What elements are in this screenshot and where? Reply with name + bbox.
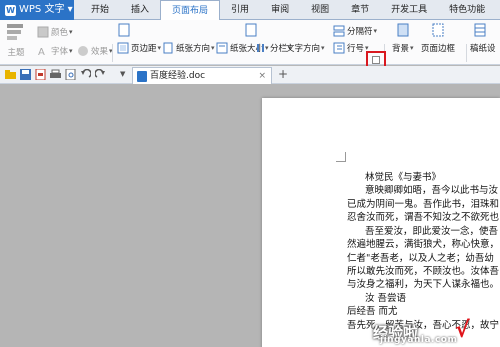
theme-icon	[6, 24, 24, 46]
draft-paper-label: 稿纸设	[470, 44, 496, 54]
line-numbers-icon	[333, 42, 345, 54]
chevron-down-icon: ▾	[67, 4, 73, 15]
grid-paper-icon	[474, 23, 486, 37]
paper-size-large-icon	[245, 23, 259, 37]
background-button[interactable]: 背景 ▾	[392, 42, 414, 54]
document-line: 吾先死，留苦与汝，吾心不忍，故宁	[347, 320, 500, 331]
tab-features[interactable]: 特色功能	[438, 0, 496, 20]
tab-view[interactable]: 视图	[300, 0, 340, 20]
orientation-button[interactable]: 纸张方向 ▾	[162, 42, 215, 54]
save-icon[interactable]	[20, 69, 31, 80]
page-icon	[245, 23, 257, 37]
ribbon-tabs: 开始 插入 页面布局 引用 审阅 视图 章节 开发工具 特色功能	[80, 0, 496, 21]
wps-logo-icon: W	[5, 5, 16, 16]
line-numbers-label: 行号	[347, 44, 365, 54]
ribbon-page-layout: 主题 颜色 ▾ A 字体 ▾ 效果 ▾ 页边距 ▾ 纸张方向 ▾ 纸张大小 ▾ 分栏 ▾ 文字方…	[0, 20, 500, 65]
document-line: 汝 吾尝语	[365, 293, 407, 304]
app-menu-button[interactable]: W WPS 文字 ▾	[0, 0, 74, 20]
theme-label: 主题	[7, 48, 25, 58]
document-line: 后经吾 而尤	[347, 306, 398, 317]
print-preview-icon[interactable]	[65, 69, 76, 80]
text-direction-label: 文字方向	[286, 44, 321, 54]
orientation-label: 纸张方向	[176, 44, 211, 54]
watermark-url: jingyanla.com	[380, 335, 458, 345]
font-icon: A	[37, 45, 49, 58]
undo-icon[interactable]	[80, 69, 91, 80]
background-label: 背景	[392, 44, 410, 54]
tab-section[interactable]: 章节	[340, 0, 380, 20]
breaks-icon	[333, 25, 345, 37]
document-line: 林觉民《与妻书》	[365, 172, 442, 183]
breaks-label: 分隔符	[347, 27, 373, 37]
fonts-label: 字体	[51, 47, 69, 57]
tab-page-layout[interactable]: 页面布局	[160, 0, 221, 21]
border-icon	[432, 23, 444, 37]
margins-icon	[117, 42, 129, 54]
effects-icon	[77, 45, 89, 57]
fonts-button[interactable]: A 字体 ▾	[37, 45, 73, 58]
word-document-icon	[137, 71, 147, 82]
close-tab-icon[interactable]: ×	[258, 68, 266, 84]
document-workspace: 林觉民《与妻书》 意映卿卿如晤，吾今以此书与汝 已成为阴间一鬼。吾作此书，泪珠和…	[0, 84, 500, 347]
page-background-icon	[397, 23, 409, 37]
document-tab[interactable]: 百度经验.doc ×	[132, 67, 272, 84]
effects-label: 效果	[91, 47, 109, 57]
open-folder-icon[interactable]	[5, 69, 16, 80]
page-border-button[interactable]: 页面边框	[421, 42, 455, 54]
tab-review[interactable]: 审阅	[260, 0, 300, 20]
menu-bar: W WPS 文字 ▾ 开始 插入 页面布局 引用 审阅 视图 章节 开发工具 特色…	[0, 0, 500, 21]
ribbon-divider	[112, 44, 113, 62]
paper-size-icon	[216, 42, 228, 54]
theme-button[interactable]: 主题	[6, 24, 26, 58]
document-icon	[118, 23, 130, 37]
line-numbers-button[interactable]: 行号 ▾	[333, 42, 369, 54]
document-line: 忍舍汝而死，谓吾不知汝之不欲死也	[347, 212, 500, 223]
tab-references[interactable]: 引用	[220, 0, 260, 20]
tab-developer[interactable]: 开发工具	[380, 0, 438, 20]
effects-button[interactable]: 效果 ▾	[77, 45, 113, 57]
document-line: 所以敢先汝而死，不顾汝也。汝体吾	[347, 266, 500, 277]
page-border-label: 页面边框	[421, 44, 456, 54]
tab-home[interactable]: 开始	[80, 0, 120, 20]
app-name: WPS 文字	[19, 4, 65, 15]
background-icon	[397, 23, 411, 37]
columns-icon	[256, 42, 268, 54]
document-line: 然遍地腥云，满街狼犬，称心快意，	[347, 239, 500, 250]
colors-label: 颜色	[51, 28, 69, 38]
page-border-icon	[432, 23, 446, 37]
breaks-button[interactable]: 分隔符 ▾	[333, 25, 377, 37]
draft-paper-button[interactable]: 稿纸设	[470, 42, 496, 54]
svg-text:A: A	[38, 47, 45, 57]
margins-label: 页边距	[131, 44, 157, 54]
orientation-icon	[162, 42, 174, 54]
print-icon[interactable]	[50, 69, 61, 80]
customize-toolbar-chevron-icon[interactable]: ▼	[120, 70, 125, 78]
redo-icon[interactable]	[95, 69, 106, 80]
document-line: 与汝身之福利，为天下人谋永福也。	[347, 279, 500, 290]
document-page[interactable]: 林觉民《与妻书》 意映卿卿如晤，吾今以此书与汝 已成为阴间一鬼。吾作此书，泪珠和…	[262, 98, 500, 347]
margins-button[interactable]: 页边距 ▾	[117, 42, 161, 54]
document-line: 已成为阴间一鬼。吾作此书，泪珠和	[347, 199, 500, 210]
draft-paper-icon	[474, 23, 488, 37]
document-tab-filename: 百度经验.doc	[150, 71, 206, 81]
palette-icon	[37, 26, 49, 38]
document-line: 吾至爱汝，即此爱汝一念，使吾	[365, 226, 499, 237]
tab-insert[interactable]: 插入	[120, 0, 160, 20]
colors-button[interactable]: 颜色 ▾	[37, 26, 73, 38]
text-direction-button[interactable]: 文字方向 ▾	[286, 42, 325, 54]
document-line: 仁者"老吾老，以及人之老；幼吾幼	[347, 253, 494, 264]
export-pdf-icon[interactable]	[35, 69, 46, 80]
margin-corner-marker	[336, 152, 346, 162]
new-tab-button[interactable]: +	[278, 67, 288, 81]
document-line: 意映卿卿如晤，吾今以此书与汝	[365, 185, 499, 196]
margin-presets-icon[interactable]	[118, 23, 132, 37]
columns-label: 分栏	[270, 44, 288, 54]
ribbon-divider	[466, 44, 467, 62]
quick-access-toolbar: ▼ 百度经验.doc × +	[0, 66, 500, 84]
